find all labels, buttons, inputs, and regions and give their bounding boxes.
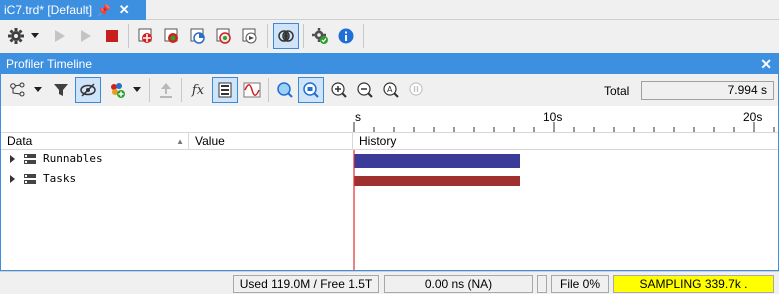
sampling-status: SAMPLING 339.7k . bbox=[613, 275, 774, 293]
expand-arrow-icon[interactable] bbox=[10, 155, 15, 163]
history-chart[interactable] bbox=[353, 150, 778, 270]
document-tab[interactable]: iC7.trd* [Default] 📌 ✕ bbox=[0, 0, 146, 20]
group-icon bbox=[24, 154, 36, 164]
pause-icon[interactable] bbox=[405, 78, 429, 102]
options-gear-icon[interactable] bbox=[308, 24, 332, 48]
hide-toggle-icon[interactable] bbox=[75, 77, 101, 103]
column-header-value-label: Value bbox=[195, 134, 225, 148]
status-bar: Used 119.0M / Free 1.5T 0.00 ns (NA) Fil… bbox=[0, 271, 779, 294]
pin-icon[interactable]: 📌 bbox=[97, 4, 111, 17]
signal-wave-icon[interactable] bbox=[240, 78, 264, 102]
separator bbox=[128, 24, 129, 48]
tree-row-tasks[interactable]: Tasks bbox=[1, 170, 353, 190]
record-target-icon[interactable] bbox=[134, 24, 158, 48]
separator bbox=[303, 24, 304, 48]
separator bbox=[149, 78, 150, 102]
memory-status: Used 119.0M / Free 1.5T bbox=[233, 275, 379, 293]
info-icon[interactable] bbox=[334, 24, 358, 48]
export-icon[interactable] bbox=[238, 24, 262, 48]
list-view-icon[interactable] bbox=[212, 77, 238, 103]
expand-arrow-icon[interactable] bbox=[10, 175, 15, 183]
profiler-timeline-panel: Profiler Timeline ✕ fx A Total 7.994 s s… bbox=[0, 53, 779, 271]
separator bbox=[267, 24, 268, 48]
close-icon[interactable]: ✕ bbox=[760, 56, 772, 73]
ruler-label-20s: 20s bbox=[743, 110, 762, 124]
row-label: Runnables bbox=[43, 152, 103, 165]
file-status: File 0% bbox=[551, 275, 609, 293]
column-header-data-label: Data bbox=[7, 134, 33, 148]
function-fx-icon[interactable]: fx bbox=[186, 78, 210, 102]
upload-icon[interactable] bbox=[154, 78, 178, 102]
separator bbox=[363, 24, 364, 48]
panel-title-bar: Profiler Timeline ✕ bbox=[1, 54, 778, 74]
dropdown-arrow-icon[interactable] bbox=[28, 24, 42, 48]
total-label: Total bbox=[604, 84, 630, 98]
document-tab-title: iC7.trd* [Default] bbox=[4, 3, 93, 17]
coverage-icon[interactable] bbox=[212, 24, 236, 48]
ruler-label-0: s bbox=[355, 110, 361, 124]
play-icon[interactable] bbox=[48, 24, 72, 48]
add-target-icon[interactable] bbox=[160, 24, 184, 48]
zoom-in-icon[interactable] bbox=[327, 78, 351, 102]
document-tabbar: iC7.trd* [Default] 📌 ✕ bbox=[0, 0, 779, 20]
group-icon bbox=[24, 174, 36, 184]
panel-title: Profiler Timeline bbox=[6, 57, 93, 71]
history-bar-tasks[interactable] bbox=[354, 176, 520, 186]
zoom-out-icon[interactable] bbox=[353, 78, 377, 102]
zoom-fit-icon[interactable] bbox=[298, 77, 324, 103]
sort-arrow-icon: ▲ bbox=[176, 137, 184, 146]
stop-icon[interactable] bbox=[100, 24, 124, 48]
svg-text:A: A bbox=[387, 85, 393, 94]
main-toolbar bbox=[0, 20, 779, 53]
separator bbox=[268, 78, 269, 102]
status-spacer bbox=[537, 275, 547, 293]
function-fx-label: fx bbox=[191, 82, 205, 98]
dropdown-arrow-icon[interactable] bbox=[31, 78, 45, 102]
column-header-value[interactable]: Value bbox=[189, 133, 353, 150]
time-status: 0.00 ns (NA) bbox=[384, 275, 533, 293]
tree-row-runnables[interactable]: Runnables bbox=[1, 150, 353, 170]
settings-gear-icon[interactable] bbox=[4, 24, 28, 48]
step-icon[interactable] bbox=[74, 24, 98, 48]
row-label: Tasks bbox=[43, 172, 77, 185]
dropdown-arrow-icon[interactable] bbox=[130, 78, 144, 102]
column-header-history-label: History bbox=[359, 134, 397, 148]
panel-toolbar: fx A Total 7.994 s bbox=[1, 74, 778, 106]
column-header-history[interactable]: History bbox=[353, 133, 778, 150]
zoom-auto-icon[interactable]: A bbox=[379, 78, 403, 102]
search-icon[interactable] bbox=[273, 78, 297, 102]
separator bbox=[181, 78, 182, 102]
column-header-data[interactable]: Data ▲ bbox=[1, 133, 189, 150]
ruler-label-10s: 10s bbox=[543, 110, 562, 124]
timeline-ruler[interactable]: s 10s 20s bbox=[353, 106, 778, 132]
filter-icon[interactable] bbox=[49, 78, 73, 102]
add-variable-icon[interactable] bbox=[105, 78, 129, 102]
link-toggle-icon[interactable] bbox=[273, 23, 299, 49]
close-icon[interactable]: ✕ bbox=[119, 2, 130, 18]
hierarchy-icon[interactable] bbox=[6, 78, 30, 102]
grid-header: Data ▲ Value History bbox=[1, 132, 778, 150]
history-bar-runnables[interactable] bbox=[354, 154, 520, 168]
timing-analysis-icon[interactable] bbox=[186, 24, 210, 48]
total-value: 7.994 s bbox=[641, 81, 774, 100]
